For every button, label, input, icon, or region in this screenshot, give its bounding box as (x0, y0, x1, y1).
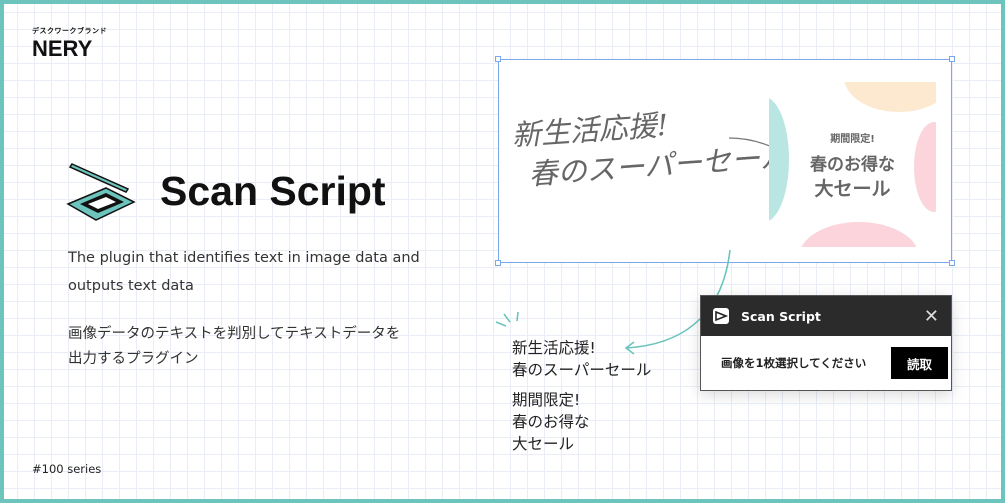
dialog-message: 画像を1枚選択してください (721, 356, 867, 370)
read-button[interactable]: 読取 (891, 347, 948, 379)
canvas: デスクワークブランド NERY Scan Script The plugin t… (4, 4, 1001, 499)
output-line: 大セール (512, 435, 575, 453)
dialog-title: Scan Script (741, 308, 821, 324)
description-jp-line: 画像データのテキストを判別してテキストデータを (68, 326, 401, 342)
output-line: 期間限定! (512, 391, 581, 409)
output-line: 新生活応援! (512, 339, 596, 357)
plugin-dialog: Scan Script ✕ 画像を1枚選択してください 読取 (700, 295, 952, 391)
brand-tagline: デスクワークブランド (32, 27, 107, 35)
scanner-icon (66, 163, 136, 221)
banner-shape (844, 82, 936, 112)
banner-small-text: 期間限定! (830, 134, 875, 145)
product-title: Scan Script (160, 168, 386, 214)
dialog-header: Scan Script ✕ (701, 296, 951, 336)
description-en: The plugin that identifies text in image… (68, 250, 420, 294)
series-label: #100 series (32, 462, 102, 476)
description-jp-line: 出力するプラグイン (68, 351, 199, 367)
output-line: 春のお得な (512, 413, 590, 431)
banner-line: 大セール (814, 178, 891, 200)
close-icon[interactable]: ✕ (924, 306, 939, 327)
selected-image-frame[interactable]: 新生活応援! 春のスーパーセール 期間限定! 春のお得な 大セール (495, 56, 955, 266)
brand-logo: NERY (32, 36, 93, 61)
banner-line: 春のお得な (810, 155, 895, 175)
output-line: 春のスーパーセール (512, 361, 652, 379)
plugin-icon (713, 308, 729, 324)
description-jp: 画像データのテキストを判別してテキストデータを 出力するプラグイン (68, 322, 400, 372)
banner-shape (799, 222, 919, 247)
output-text: 新生活応援! 春のスーパーセール 期間限定! 春のお得な 大セール (512, 337, 651, 455)
sale-banner: 期間限定! 春のお得な 大セール (769, 82, 936, 247)
